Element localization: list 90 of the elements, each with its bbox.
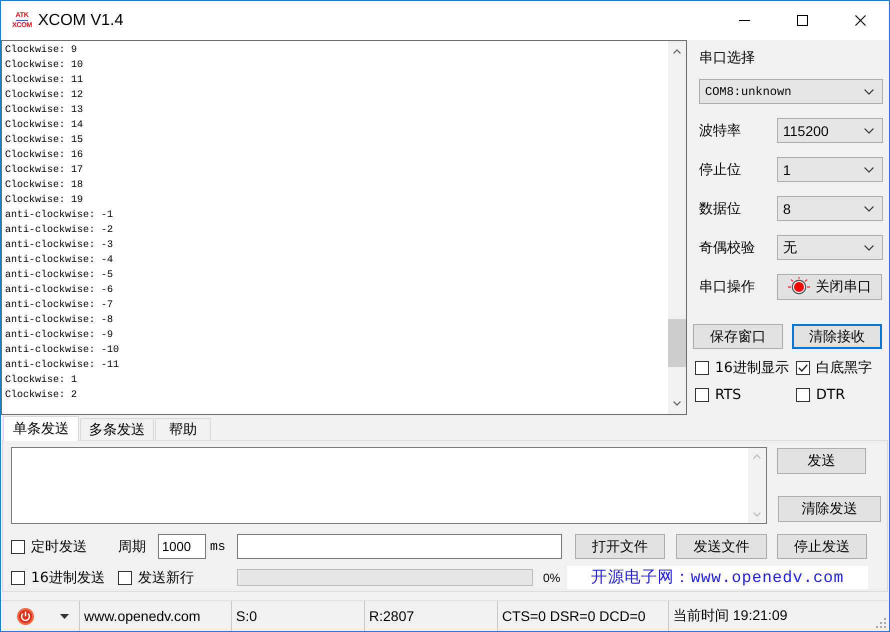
receive-line: anti-clockwise: -2 <box>5 224 114 238</box>
status-text: www.openedv.com <box>84 608 200 624</box>
checkbox-label: 16进制发送 <box>31 568 105 586</box>
receive-line: Clockwise: 19 <box>5 194 84 208</box>
status-text: 当前时间 19:21:09 <box>673 607 788 625</box>
power-icon[interactable] <box>17 608 34 624</box>
chevron-down-icon <box>864 244 874 250</box>
receive-line: Clockwise: 10 <box>5 58 84 73</box>
receive-button[interactable]: 清除接收 <box>792 324 882 349</box>
checkbox-label: 定时发送 <box>31 538 87 556</box>
receive-line: anti-clockwise: -6 <box>5 284 114 298</box>
field-label: 波特率 <box>699 122 742 140</box>
clear-send-button[interactable]: 清除发送 <box>778 496 881 522</box>
period-input-field[interactable]: 1000 <box>158 534 206 559</box>
receive-line: Clockwise: 14 <box>5 118 84 133</box>
window-title: XCOM V1.4 <box>38 12 124 30</box>
file-button[interactable]: 停止发送 <box>777 534 867 559</box>
scroll-down-icon[interactable] <box>673 401 681 406</box>
receive-line: anti-clockwise: -5 <box>5 268 114 283</box>
status-text: S:0 <box>236 608 258 624</box>
maximize-icon[interactable] <box>796 15 808 26</box>
dropdown[interactable]: 无 <box>777 235 883 260</box>
resize-grip-icon[interactable] <box>876 618 886 628</box>
chevron-down-icon <box>864 88 874 94</box>
checkbox[interactable] <box>796 360 810 374</box>
receive-line: Clockwise: 12 <box>5 88 84 103</box>
receive-line: Clockwise: 15 <box>5 134 84 148</box>
receive-line: anti-clockwise: -9 <box>5 328 114 343</box>
checkbox[interactable] <box>796 388 810 402</box>
receive-line: anti-clockwise: -3 <box>5 238 114 253</box>
chevron-down-icon <box>864 128 874 134</box>
field-label: 奇偶校验 <box>699 238 756 256</box>
field-label: 停止位 <box>699 160 742 178</box>
tab[interactable]: 帮助 <box>155 418 211 440</box>
checkbox-label: 发送新行 <box>138 568 194 586</box>
checkbox-label: 16进制显示 <box>715 358 789 376</box>
status-text: CTS=0 DSR=0 DCD=0 <box>502 608 646 624</box>
scroll-up-icon[interactable] <box>673 49 681 54</box>
dropdown[interactable]: 1 <box>777 157 883 182</box>
receive-line: Clockwise: 2 <box>5 388 78 403</box>
status-text: R:2807 <box>369 608 414 624</box>
progress-percent: 0% <box>543 570 562 584</box>
chevron-down-icon <box>864 206 874 212</box>
receive-line: Clockwise: 9 <box>5 44 78 58</box>
file-button[interactable]: 打开文件 <box>575 534 665 559</box>
caret-down-icon[interactable] <box>60 614 69 618</box>
scroll-thumb[interactable] <box>668 319 686 367</box>
checkbox-label: DTR <box>816 386 846 402</box>
receive-line: anti-clockwise: -11 <box>5 358 120 373</box>
unit-label: ms <box>209 539 227 554</box>
close-icon[interactable] <box>854 15 866 26</box>
close-port-button[interactable]: 关闭串口 <box>777 274 882 300</box>
send-button[interactable]: 发送 <box>777 448 866 474</box>
checkbox[interactable] <box>118 570 132 584</box>
receive-button[interactable]: 保存窗口 <box>693 324 783 349</box>
file-path-field[interactable] <box>237 534 562 559</box>
checkbox-label: 白底黑字 <box>816 358 872 376</box>
minimize-icon[interactable] <box>738 20 750 21</box>
receive-line: Clockwise: 17 <box>5 164 84 178</box>
file-button[interactable]: 发送文件 <box>676 534 767 559</box>
checkbox[interactable] <box>11 540 25 554</box>
scrollbar[interactable] <box>668 41 686 414</box>
receive-line: Clockwise: 11 <box>5 74 84 88</box>
dropdown[interactable]: COM8:unknown <box>699 79 883 104</box>
field-label: 数据位 <box>699 200 742 218</box>
field-label: 串口操作 <box>699 278 756 296</box>
checkmark-icon <box>798 364 808 372</box>
tab[interactable]: 多条发送 <box>80 418 154 440</box>
receive-line: anti-clockwise: -10 <box>5 344 120 358</box>
receive-line: anti-clockwise: -7 <box>5 298 114 313</box>
receive-line: anti-clockwise: -1 <box>5 208 114 223</box>
receive-line: anti-clockwise: -4 <box>5 254 114 268</box>
dropdown[interactable]: 8 <box>777 196 883 221</box>
receive-line: anti-clockwise: -8 <box>5 314 114 328</box>
field-label: 周期 <box>118 538 147 556</box>
checkbox[interactable] <box>695 388 709 402</box>
checkbox[interactable] <box>695 360 709 374</box>
dropdown[interactable]: 115200 <box>777 118 883 143</box>
tab[interactable]: 单条发送 <box>3 416 79 441</box>
checkbox[interactable] <box>11 570 25 584</box>
receive-line: Clockwise: 1 <box>5 374 78 388</box>
field-label: 串口选择 <box>699 49 755 67</box>
receive-line: Clockwise: 16 <box>5 148 84 163</box>
chevron-down-icon <box>864 166 874 172</box>
checkbox-label: RTS <box>715 386 742 402</box>
receive-line: Clockwise: 13 <box>5 104 84 118</box>
website-banner[interactable]: 开源电子网：www.openedv.com <box>567 566 868 589</box>
send-input-field[interactable] <box>11 447 767 524</box>
receive-line: Clockwise: 18 <box>5 178 84 193</box>
indicator-lamp-icon <box>788 276 810 296</box>
